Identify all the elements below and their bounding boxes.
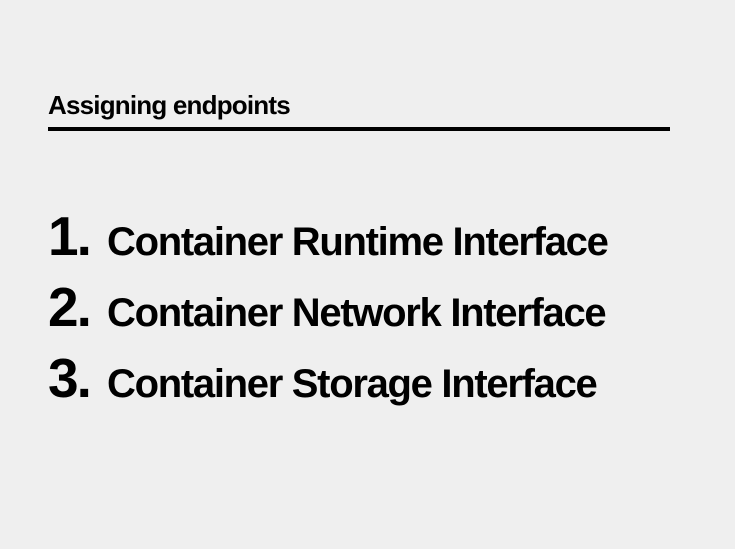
slide: Assigning endpoints 1. Container Runtime… [0, 0, 735, 549]
list-item-number: 1. [48, 205, 92, 267]
slide-heading: Assigning endpoints [48, 90, 291, 120]
list-item-number: 2. [48, 276, 92, 338]
list-item: 1. Container Runtime Interface [48, 201, 609, 272]
list-item: 2. Container Network Interface [48, 272, 608, 343]
list-item: 3. Container Storage Interface [48, 343, 608, 414]
heading-underline [48, 127, 670, 131]
list-item-label: Container Network Interface [107, 291, 607, 335]
list-item-number: 3. [48, 347, 92, 409]
list-item-label: Container Storage Interface [107, 362, 598, 406]
list-item-label: Container Runtime Interface [107, 220, 609, 264]
interface-list: 1. Container Runtime Interface 2. Contai… [48, 201, 609, 414]
